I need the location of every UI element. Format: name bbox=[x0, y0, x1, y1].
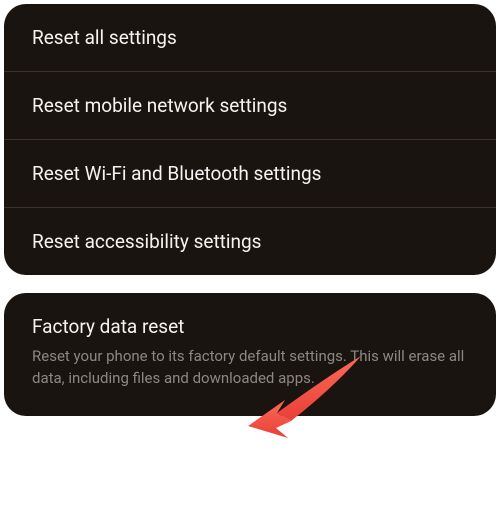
reset-mobile-network[interactable]: Reset mobile network settings bbox=[4, 71, 496, 139]
factory-reset-title: Factory data reset bbox=[32, 315, 468, 338]
list-item-label: Reset accessibility settings bbox=[32, 230, 261, 253]
factory-reset-description: Reset your phone to its factory default … bbox=[32, 346, 468, 390]
list-item-label: Reset Wi-Fi and Bluetooth settings bbox=[32, 162, 321, 185]
list-item-label: Reset mobile network settings bbox=[32, 94, 287, 117]
reset-all-settings[interactable]: Reset all settings bbox=[4, 4, 496, 71]
list-item-label: Reset all settings bbox=[32, 26, 177, 49]
reset-options-card: Reset all settings Reset mobile network … bbox=[4, 4, 496, 275]
factory-data-reset[interactable]: Factory data reset Reset your phone to i… bbox=[4, 293, 496, 416]
reset-wifi-bluetooth[interactable]: Reset Wi-Fi and Bluetooth settings bbox=[4, 139, 496, 207]
factory-reset-card: Factory data reset Reset your phone to i… bbox=[4, 293, 496, 416]
reset-accessibility[interactable]: Reset accessibility settings bbox=[4, 207, 496, 275]
